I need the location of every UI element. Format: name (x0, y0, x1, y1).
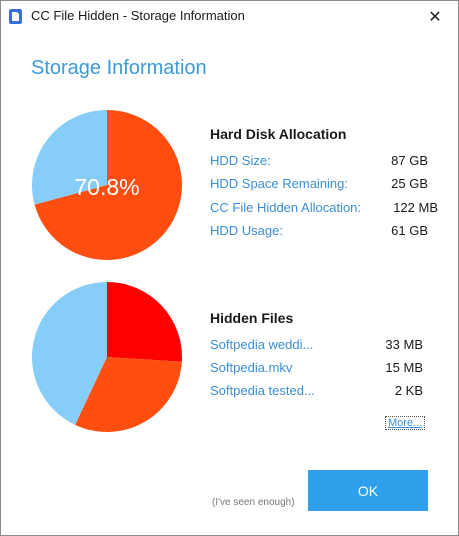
close-button[interactable]: ✕ (412, 1, 458, 32)
hidden-pie-slice-0 (107, 282, 182, 362)
hard-disk-allocation-title: Hard Disk Allocation (210, 126, 347, 142)
ok-button[interactable]: OK (308, 470, 428, 511)
cc-file-hidden-allocation-value: 122 MB (393, 200, 438, 215)
disk-allocation-pie-chart: 70.8% (32, 110, 183, 260)
title-bar: CC File Hidden - Storage Information ✕ (1, 1, 458, 32)
window-title: CC File Hidden - Storage Information (31, 8, 245, 23)
hidden-file-item[interactable]: Softpedia.mkv (210, 360, 292, 375)
hidden-file-item[interactable]: Softpedia weddi... (210, 337, 313, 352)
cc-file-hidden-allocation-label[interactable]: CC File Hidden Allocation: (210, 200, 361, 215)
storage-information-window: CC File Hidden - Storage Information ✕ S… (0, 0, 459, 536)
hidden-files-title: Hidden Files (210, 310, 294, 326)
page-title: Storage Information (31, 57, 207, 79)
more-files-link[interactable]: More... (385, 416, 426, 430)
app-file-icon (9, 9, 22, 24)
seen-enough-note[interactable]: (I've seen enough) (212, 497, 295, 508)
hdd-usage-value: 61 GB (391, 223, 428, 238)
hdd-space-remaining-label[interactable]: HDD Space Remaining: (210, 176, 348, 191)
hidden-file-item[interactable]: Softpedia tested... (210, 383, 315, 398)
hdd-size-label[interactable]: HDD Size: (210, 153, 271, 168)
hdd-usage-label[interactable]: HDD Usage: (210, 223, 283, 238)
hidden-file-size: 15 MB (385, 360, 423, 375)
hidden-file-size: 2 KB (394, 383, 423, 398)
hdd-size-value: 87 GB (391, 153, 428, 168)
hdd-space-remaining-value: 25 GB (391, 176, 428, 191)
hidden-file-size: 33 MB (385, 337, 423, 352)
hidden-files-pie-chart (32, 282, 182, 432)
disk-usage-percent-label: 70.8% (74, 174, 139, 200)
